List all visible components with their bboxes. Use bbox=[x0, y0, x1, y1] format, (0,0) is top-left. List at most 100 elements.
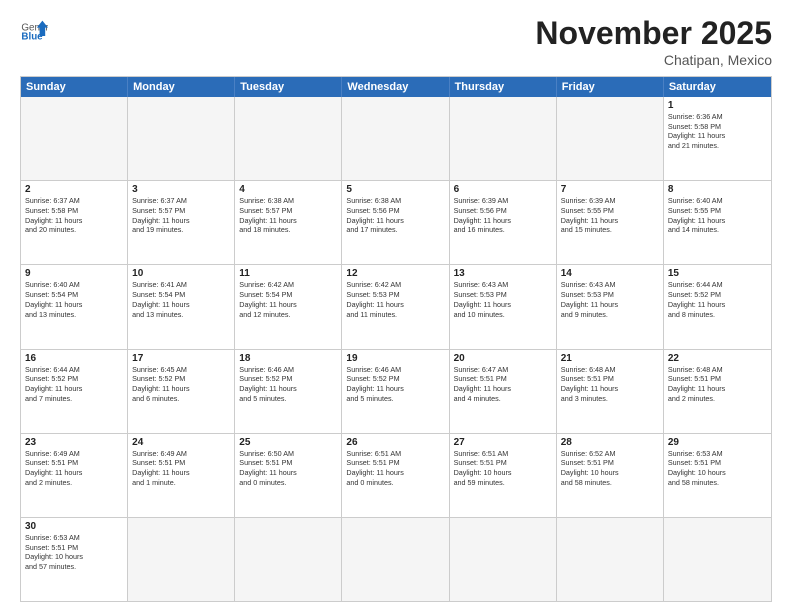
cal-cell-5-5 bbox=[557, 518, 664, 601]
day-number: 21 bbox=[561, 353, 659, 364]
week-row-4: 23Sunrise: 6:49 AM Sunset: 5:51 PM Dayli… bbox=[21, 434, 771, 518]
day-number: 9 bbox=[25, 268, 123, 279]
calendar-body: 1Sunrise: 6:36 AM Sunset: 5:58 PM Daylig… bbox=[21, 97, 771, 601]
cal-cell-4-6: 29Sunrise: 6:53 AM Sunset: 5:51 PM Dayli… bbox=[664, 434, 771, 517]
daylight-hours: Sunrise: 6:51 AM Sunset: 5:51 PM Dayligh… bbox=[454, 449, 552, 488]
daylight-hours: Sunrise: 6:48 AM Sunset: 5:51 PM Dayligh… bbox=[561, 365, 659, 404]
day-number: 15 bbox=[668, 268, 767, 279]
cal-cell-4-3: 26Sunrise: 6:51 AM Sunset: 5:51 PM Dayli… bbox=[342, 434, 449, 517]
page: General Blue November 2025 Chatipan, Mex… bbox=[0, 0, 792, 612]
calendar-header: Sunday Monday Tuesday Wednesday Thursday… bbox=[21, 77, 771, 97]
daylight-hours: Sunrise: 6:49 AM Sunset: 5:51 PM Dayligh… bbox=[132, 449, 230, 488]
day-number: 5 bbox=[346, 184, 444, 195]
header-saturday: Saturday bbox=[664, 77, 771, 97]
day-number: 8 bbox=[668, 184, 767, 195]
cal-cell-3-5: 21Sunrise: 6:48 AM Sunset: 5:51 PM Dayli… bbox=[557, 350, 664, 433]
cal-cell-5-6 bbox=[664, 518, 771, 601]
daylight-hours: Sunrise: 6:38 AM Sunset: 5:56 PM Dayligh… bbox=[346, 196, 444, 235]
daylight-hours: Sunrise: 6:40 AM Sunset: 5:54 PM Dayligh… bbox=[25, 280, 123, 319]
daylight-hours: Sunrise: 6:52 AM Sunset: 5:51 PM Dayligh… bbox=[561, 449, 659, 488]
daylight-hours: Sunrise: 6:51 AM Sunset: 5:51 PM Dayligh… bbox=[346, 449, 444, 488]
daylight-hours: Sunrise: 6:44 AM Sunset: 5:52 PM Dayligh… bbox=[668, 280, 767, 319]
daylight-hours: Sunrise: 6:45 AM Sunset: 5:52 PM Dayligh… bbox=[132, 365, 230, 404]
cal-cell-1-1: 3Sunrise: 6:37 AM Sunset: 5:57 PM Daylig… bbox=[128, 181, 235, 264]
day-number: 19 bbox=[346, 353, 444, 364]
cal-cell-3-6: 22Sunrise: 6:48 AM Sunset: 5:51 PM Dayli… bbox=[664, 350, 771, 433]
cal-cell-4-1: 24Sunrise: 6:49 AM Sunset: 5:51 PM Dayli… bbox=[128, 434, 235, 517]
day-number: 6 bbox=[454, 184, 552, 195]
daylight-hours: Sunrise: 6:44 AM Sunset: 5:52 PM Dayligh… bbox=[25, 365, 123, 404]
cal-cell-0-1 bbox=[128, 97, 235, 180]
cal-cell-5-4 bbox=[450, 518, 557, 601]
cal-cell-2-0: 9Sunrise: 6:40 AM Sunset: 5:54 PM Daylig… bbox=[21, 265, 128, 348]
day-number: 10 bbox=[132, 268, 230, 279]
week-row-3: 16Sunrise: 6:44 AM Sunset: 5:52 PM Dayli… bbox=[21, 350, 771, 434]
logo: General Blue bbox=[20, 15, 48, 43]
cal-cell-5-3 bbox=[342, 518, 449, 601]
cal-cell-5-2 bbox=[235, 518, 342, 601]
cal-cell-1-5: 7Sunrise: 6:39 AM Sunset: 5:55 PM Daylig… bbox=[557, 181, 664, 264]
day-number: 29 bbox=[668, 437, 767, 448]
header-thursday: Thursday bbox=[450, 77, 557, 97]
day-number: 3 bbox=[132, 184, 230, 195]
cal-cell-1-2: 4Sunrise: 6:38 AM Sunset: 5:57 PM Daylig… bbox=[235, 181, 342, 264]
daylight-hours: Sunrise: 6:42 AM Sunset: 5:53 PM Dayligh… bbox=[346, 280, 444, 319]
logo-icon: General Blue bbox=[20, 15, 48, 43]
week-row-2: 9Sunrise: 6:40 AM Sunset: 5:54 PM Daylig… bbox=[21, 265, 771, 349]
week-row-5: 30Sunrise: 6:53 AM Sunset: 5:51 PM Dayli… bbox=[21, 518, 771, 601]
cal-cell-3-4: 20Sunrise: 6:47 AM Sunset: 5:51 PM Dayli… bbox=[450, 350, 557, 433]
day-number: 28 bbox=[561, 437, 659, 448]
cal-cell-2-1: 10Sunrise: 6:41 AM Sunset: 5:54 PM Dayli… bbox=[128, 265, 235, 348]
header-friday: Friday bbox=[557, 77, 664, 97]
daylight-hours: Sunrise: 6:39 AM Sunset: 5:56 PM Dayligh… bbox=[454, 196, 552, 235]
day-number: 26 bbox=[346, 437, 444, 448]
day-number: 18 bbox=[239, 353, 337, 364]
cal-cell-0-2 bbox=[235, 97, 342, 180]
daylight-hours: Sunrise: 6:46 AM Sunset: 5:52 PM Dayligh… bbox=[239, 365, 337, 404]
week-row-1: 2Sunrise: 6:37 AM Sunset: 5:58 PM Daylig… bbox=[21, 181, 771, 265]
cal-cell-3-0: 16Sunrise: 6:44 AM Sunset: 5:52 PM Dayli… bbox=[21, 350, 128, 433]
day-number: 2 bbox=[25, 184, 123, 195]
day-number: 20 bbox=[454, 353, 552, 364]
day-number: 17 bbox=[132, 353, 230, 364]
daylight-hours: Sunrise: 6:37 AM Sunset: 5:57 PM Dayligh… bbox=[132, 196, 230, 235]
day-number: 24 bbox=[132, 437, 230, 448]
cal-cell-0-6: 1Sunrise: 6:36 AM Sunset: 5:58 PM Daylig… bbox=[664, 97, 771, 180]
cal-cell-2-3: 12Sunrise: 6:42 AM Sunset: 5:53 PM Dayli… bbox=[342, 265, 449, 348]
day-number: 23 bbox=[25, 437, 123, 448]
cal-cell-2-6: 15Sunrise: 6:44 AM Sunset: 5:52 PM Dayli… bbox=[664, 265, 771, 348]
cal-cell-0-0 bbox=[21, 97, 128, 180]
cal-cell-1-0: 2Sunrise: 6:37 AM Sunset: 5:58 PM Daylig… bbox=[21, 181, 128, 264]
header-wednesday: Wednesday bbox=[342, 77, 449, 97]
header-sunday: Sunday bbox=[21, 77, 128, 97]
daylight-hours: Sunrise: 6:48 AM Sunset: 5:51 PM Dayligh… bbox=[668, 365, 767, 404]
day-number: 22 bbox=[668, 353, 767, 364]
day-number: 14 bbox=[561, 268, 659, 279]
cal-cell-5-1 bbox=[128, 518, 235, 601]
cal-cell-2-2: 11Sunrise: 6:42 AM Sunset: 5:54 PM Dayli… bbox=[235, 265, 342, 348]
day-number: 4 bbox=[239, 184, 337, 195]
daylight-hours: Sunrise: 6:47 AM Sunset: 5:51 PM Dayligh… bbox=[454, 365, 552, 404]
day-number: 7 bbox=[561, 184, 659, 195]
cal-cell-3-1: 17Sunrise: 6:45 AM Sunset: 5:52 PM Dayli… bbox=[128, 350, 235, 433]
day-number: 16 bbox=[25, 353, 123, 364]
header-tuesday: Tuesday bbox=[235, 77, 342, 97]
cal-cell-0-5 bbox=[557, 97, 664, 180]
cal-cell-4-0: 23Sunrise: 6:49 AM Sunset: 5:51 PM Dayli… bbox=[21, 434, 128, 517]
cal-cell-1-3: 5Sunrise: 6:38 AM Sunset: 5:56 PM Daylig… bbox=[342, 181, 449, 264]
daylight-hours: Sunrise: 6:40 AM Sunset: 5:55 PM Dayligh… bbox=[668, 196, 767, 235]
cal-cell-4-4: 27Sunrise: 6:51 AM Sunset: 5:51 PM Dayli… bbox=[450, 434, 557, 517]
day-number: 27 bbox=[454, 437, 552, 448]
cal-cell-4-2: 25Sunrise: 6:50 AM Sunset: 5:51 PM Dayli… bbox=[235, 434, 342, 517]
day-number: 12 bbox=[346, 268, 444, 279]
daylight-hours: Sunrise: 6:36 AM Sunset: 5:58 PM Dayligh… bbox=[668, 112, 767, 151]
cal-cell-3-2: 18Sunrise: 6:46 AM Sunset: 5:52 PM Dayli… bbox=[235, 350, 342, 433]
cal-cell-1-4: 6Sunrise: 6:39 AM Sunset: 5:56 PM Daylig… bbox=[450, 181, 557, 264]
week-row-0: 1Sunrise: 6:36 AM Sunset: 5:58 PM Daylig… bbox=[21, 97, 771, 181]
daylight-hours: Sunrise: 6:41 AM Sunset: 5:54 PM Dayligh… bbox=[132, 280, 230, 319]
header: General Blue November 2025 Chatipan, Mex… bbox=[20, 15, 772, 68]
daylight-hours: Sunrise: 6:42 AM Sunset: 5:54 PM Dayligh… bbox=[239, 280, 337, 319]
cal-cell-0-4 bbox=[450, 97, 557, 180]
daylight-hours: Sunrise: 6:49 AM Sunset: 5:51 PM Dayligh… bbox=[25, 449, 123, 488]
cal-cell-0-3 bbox=[342, 97, 449, 180]
